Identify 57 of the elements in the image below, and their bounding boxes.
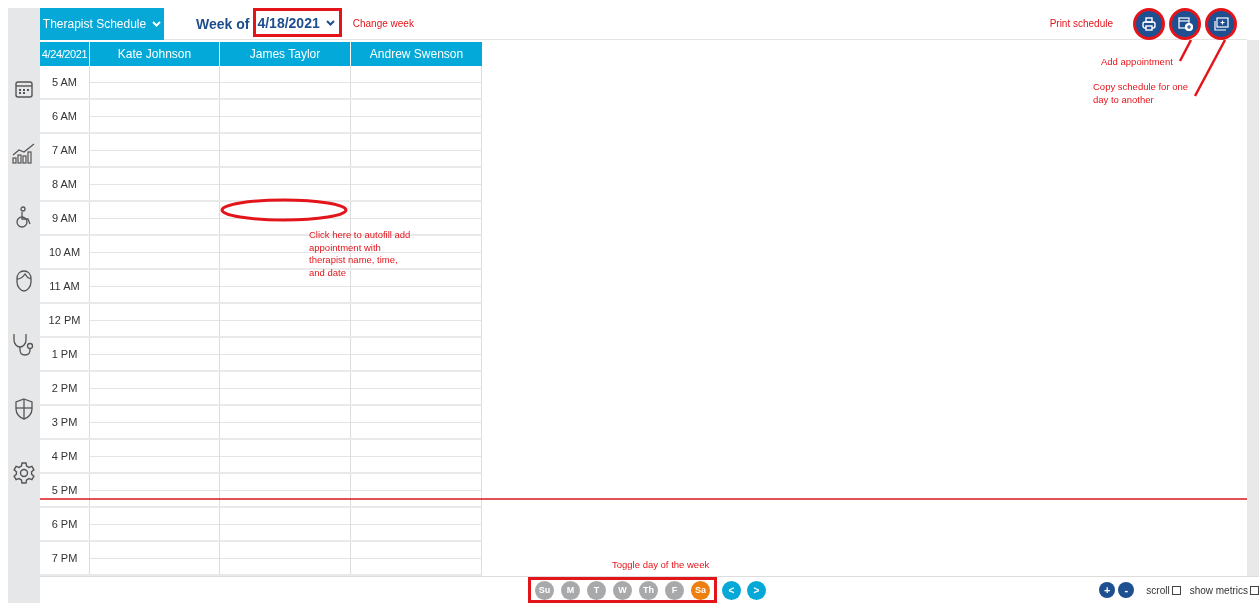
time-label: 1 PM — [51, 348, 78, 360]
time-label: 6 PM — [51, 518, 78, 530]
day-toggle[interactable]: W — [613, 580, 632, 600]
time-label: 7 PM — [51, 552, 78, 564]
calendar-add-icon — [1177, 16, 1193, 31]
copy-icon — [1213, 16, 1229, 31]
checkbox[interactable] — [1171, 585, 1181, 595]
calendar-icon[interactable] — [14, 79, 34, 99]
printer-icon — [1142, 16, 1156, 31]
print-button[interactable] — [1133, 7, 1165, 40]
time-label: 11 AM — [49, 280, 80, 292]
bar-chart-icon[interactable] — [12, 142, 36, 164]
stethoscope-icon[interactable] — [12, 333, 36, 357]
annotation-text: Change week — [352, 18, 414, 29]
view-dropdown[interactable]: Therapist Schedule — [40, 8, 164, 40]
annotation-text: Click here to autofill add appointment with therapist name, time, and date — [309, 229, 412, 279]
checkbox-label: show metrics — [1189, 584, 1248, 596]
day-toggle[interactable]: Su — [535, 580, 554, 600]
day-toggle[interactable]: M — [561, 580, 580, 600]
annotation-text: Add appointment — [1101, 56, 1173, 69]
chevron-down-icon — [325, 19, 335, 26]
day-toggle[interactable]: F — [665, 580, 684, 600]
time-label: 10 AM — [48, 246, 81, 258]
time-label: 9 AM — [51, 212, 78, 224]
annotation-text: Copy schedule for one day to another — [1093, 81, 1190, 106]
day-toggle[interactable]: Sa — [691, 580, 710, 600]
zoom-out-button[interactable]: - — [1118, 582, 1135, 598]
checkbox[interactable] — [1250, 585, 1259, 595]
next-button[interactable]: > — [747, 580, 766, 600]
shield-icon[interactable] — [14, 398, 34, 420]
copy-schedule-button[interactable] — [1205, 7, 1237, 40]
date-header: 4/24/2021 — [40, 42, 90, 66]
time-label: 4 PM — [51, 450, 78, 462]
settings-icon[interactable] — [13, 462, 35, 484]
annotation-text: Print schedule — [1049, 18, 1113, 29]
time-label: 7 AM — [51, 144, 78, 156]
time-label: 3 PM — [51, 416, 78, 428]
chevron-down-icon — [152, 21, 162, 27]
face-icon[interactable] — [15, 270, 33, 292]
checkbox-label: scroll — [1146, 584, 1170, 596]
day-toggle[interactable]: Th — [639, 580, 658, 600]
therapist-column-header: Kate Johnson — [90, 42, 220, 66]
time-label: 2 PM — [51, 382, 78, 394]
day-toggle[interactable]: T — [587, 580, 606, 600]
time-label: 5 PM — [51, 484, 78, 496]
time-label: 8 AM — [51, 178, 78, 190]
time-label: 12 PM — [48, 314, 81, 326]
time-label: 6 AM — [51, 110, 78, 122]
annotation-text: Toggle day of the week — [612, 559, 710, 570]
therapist-column-header: James Taylor — [220, 42, 351, 66]
previous-button[interactable]: < — [722, 580, 741, 600]
time-label: 5 AM — [51, 76, 78, 88]
week-date-picker[interactable]: 4/18/2021 — [253, 8, 342, 37]
add-appointment-button[interactable] — [1169, 7, 1201, 40]
zoom-in-button[interactable]: + — [1099, 582, 1116, 598]
therapist-column-header: Andrew Swenson — [351, 42, 482, 66]
week-label: Week of — [196, 14, 250, 34]
